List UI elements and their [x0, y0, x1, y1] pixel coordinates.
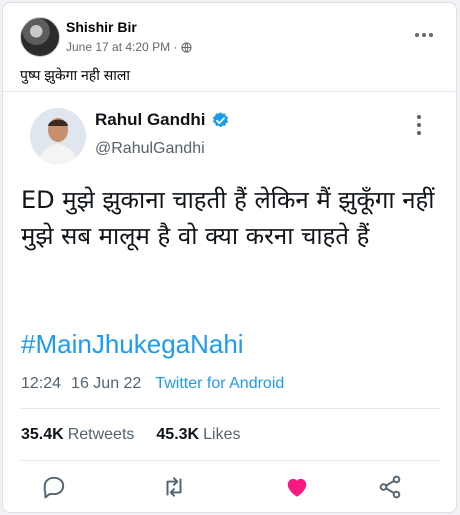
likes-count: 45.3K [156, 426, 200, 443]
globe-icon [181, 41, 193, 53]
tweet-hashtag[interactable]: #MainJhukegaNahi [21, 329, 244, 360]
retweets-count: 35.4K [21, 426, 64, 443]
divider [21, 460, 440, 461]
facebook-post-card: Shishir Bir June 17 at 4:20 PM · पुष्प झ… [2, 2, 457, 513]
tweet-text: ED मुझे झुकाना चाहती हैं लेकिन मैं झुकूँ… [21, 186, 435, 250]
tweet-time[interactable]: 12:24 [21, 375, 61, 393]
likes-label: Likes [203, 426, 241, 443]
tweet-more-icon[interactable] [416, 114, 422, 136]
tweet-author-name-text: Rahul Gandhi [95, 110, 206, 129]
tweet-actions [3, 472, 456, 506]
retweets-stat[interactable]: 35.4K Retweets [21, 426, 134, 444]
tweet-stats: 35.4K Retweets 45.3K Likes [21, 426, 240, 444]
tweet-author-name[interactable]: Rahul Gandhi [95, 110, 230, 130]
retweets-label: Retweets [67, 426, 135, 443]
share-icon[interactable] [375, 472, 405, 502]
tweet-author-handle[interactable]: @RahulGandhi [95, 140, 205, 158]
divider [21, 408, 440, 409]
post-text: पुष्प झुकेगा नही साला [20, 67, 130, 83]
likes-stat[interactable]: 45.3K Likes [156, 426, 240, 444]
heart-icon[interactable] [282, 472, 312, 502]
more-options-icon[interactable] [414, 25, 434, 37]
author-avatar[interactable] [20, 17, 60, 57]
reply-icon[interactable] [39, 472, 69, 502]
tweet-author-avatar[interactable] [30, 108, 86, 164]
post-time[interactable]: June 17 at 4:20 PM · [66, 40, 177, 54]
verified-badge-icon [211, 111, 230, 130]
tweet-embed: Rahul Gandhi @RahulGandhi ED मुझे झुकाना… [3, 91, 456, 512]
author-name[interactable]: Shishir Bir [66, 19, 137, 35]
tweet-meta: 12:24 16 Jun 22 Twitter for Android [21, 375, 284, 393]
tweet-source[interactable]: Twitter for Android [155, 375, 284, 393]
retweet-icon[interactable] [159, 472, 189, 502]
tweet-date[interactable]: 16 Jun 22 [71, 375, 141, 393]
post-meta: June 17 at 4:20 PM · [66, 40, 193, 54]
post-header: Shishir Bir June 17 at 4:20 PM · [3, 3, 456, 63]
